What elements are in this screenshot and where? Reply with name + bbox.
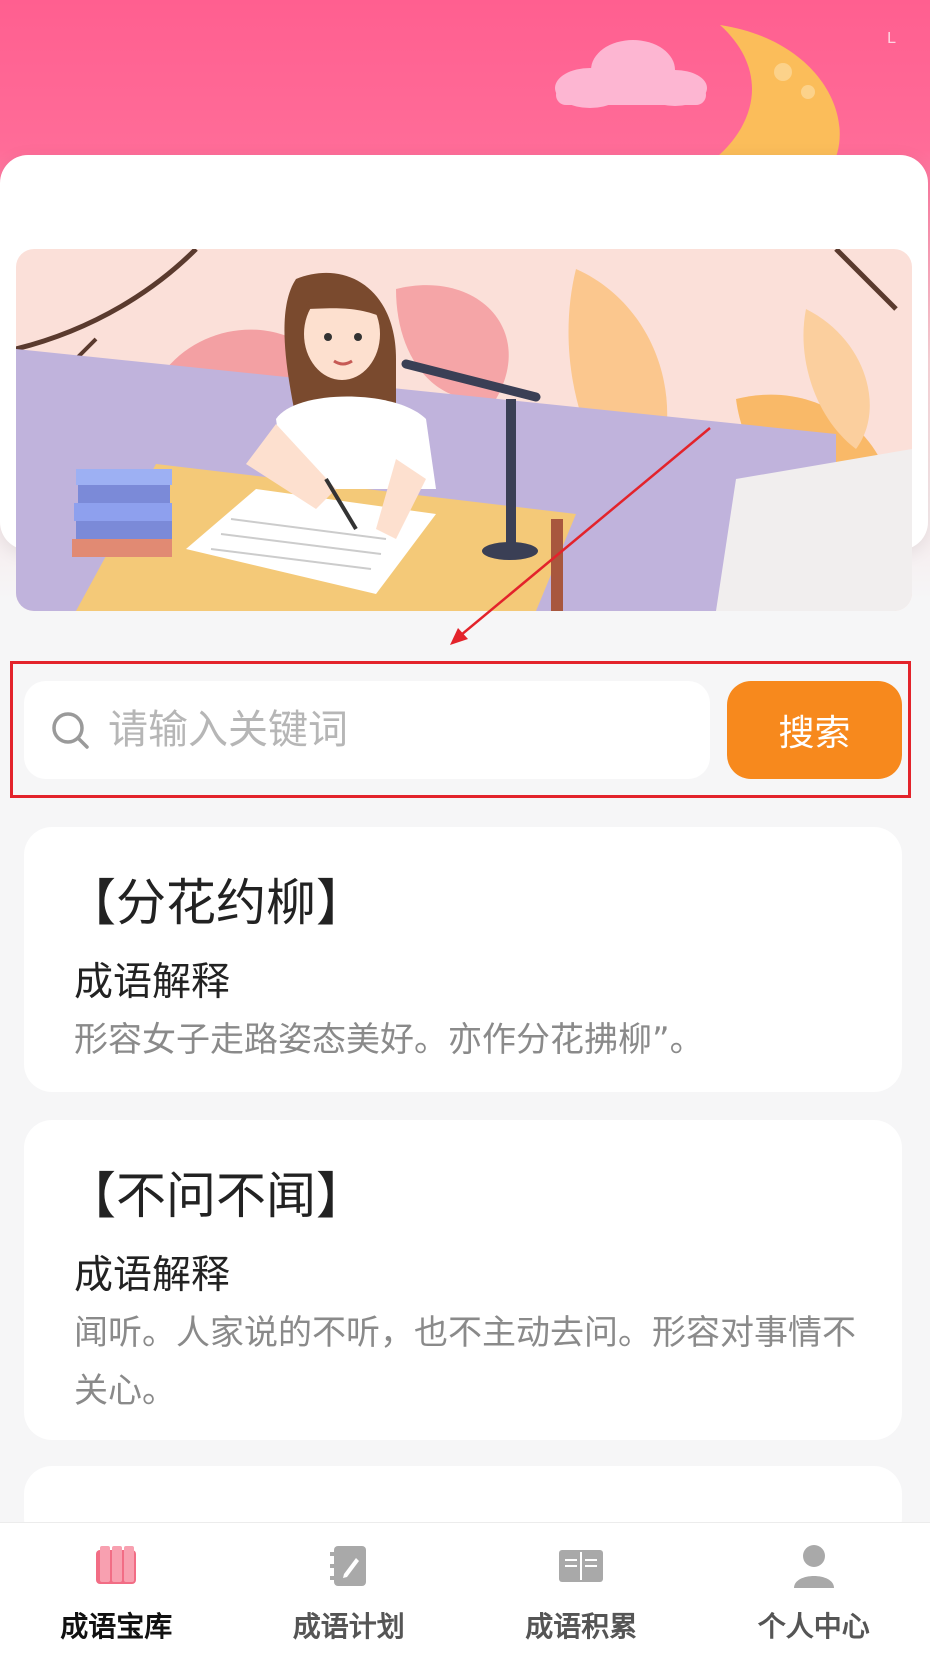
nav-item-profile[interactable]: 个人中心 (698, 1523, 930, 1656)
nav-label: 成语宝库 (60, 1610, 173, 1643)
search-input[interactable] (106, 706, 670, 754)
user-icon (789, 1541, 839, 1591)
open-book-icon (556, 1541, 606, 1591)
idiom-subtitle: 成语解释 (74, 1253, 231, 1298)
nav-item-idiom-plan[interactable]: 成语计划 (233, 1523, 466, 1656)
search-button[interactable]: 搜索 (727, 681, 902, 779)
idiom-description: 形容女子走路姿态美好。亦作分花拂柳”。 (74, 1020, 704, 1060)
search-bar[interactable] (24, 681, 710, 779)
nav-item-idiom-accumulate[interactable]: 成语积累 (465, 1523, 698, 1656)
idiom-title: 【分花约柳】 (66, 874, 366, 932)
nav-label: 成语计划 (292, 1610, 405, 1643)
idiom-card[interactable]: 【分花约柳】 成语解释 形容女子走路姿态美好。亦作分花拂柳”。 (24, 827, 902, 1092)
notebook-edit-icon (324, 1541, 374, 1591)
idiom-card[interactable]: 【不问不闻】 成语解释 闻听。人家说的不听，也不主动去问。形容对事情不关心。 (24, 1120, 902, 1440)
nav-label: 个人中心 (757, 1610, 870, 1643)
nav-label: 成语积累 (525, 1610, 638, 1643)
search-icon (48, 708, 92, 752)
bottom-navigation: 成语宝库 成语计划 成语积累 个人中心 (0, 1522, 930, 1656)
idiom-subtitle: 成语解释 (74, 960, 231, 1005)
app-screen: L 请输入关键词 搜索 【分花约柳】 成语解释 形容女子走路姿态美好。亦作分花拂… (0, 0, 930, 1656)
idiom-title: 【不问不闻】 (66, 1167, 366, 1225)
annotation-arrow (450, 427, 711, 645)
book-icon (91, 1541, 141, 1591)
nav-item-idiom-library[interactable]: 成语宝库 (0, 1523, 233, 1656)
idiom-description: 闻听。人家说的不听，也不主动去问。形容对事情不关心。 (74, 1313, 856, 1411)
